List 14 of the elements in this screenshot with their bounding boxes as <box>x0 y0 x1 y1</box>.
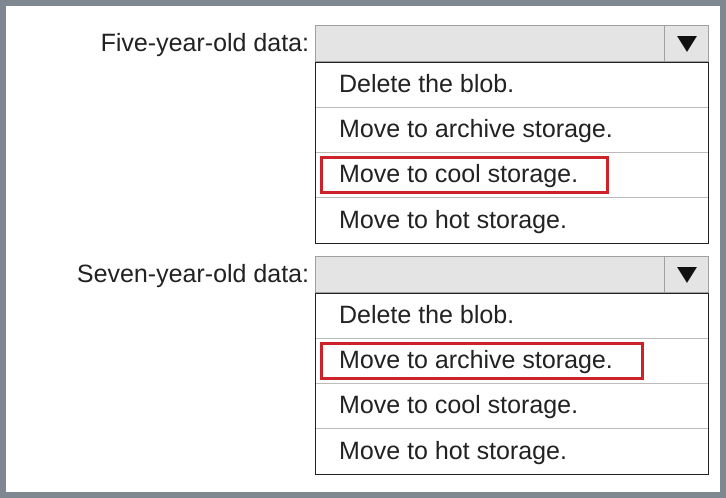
option[interactable]: Move to cool storage. <box>320 387 610 425</box>
question-label: Seven-year-old data: <box>76 259 309 290</box>
dropdown[interactable] <box>315 25 709 62</box>
dropdown[interactable] <box>315 256 709 293</box>
option[interactable]: Move to archive storage. <box>320 342 644 380</box>
option[interactable]: Delete the blob. <box>320 66 546 104</box>
question-label: Five-year-old data: <box>100 28 309 59</box>
caret-icon <box>676 266 696 282</box>
option[interactable]: Move to hot storage. <box>320 432 598 470</box>
option[interactable]: Move to hot storage. <box>320 202 598 240</box>
caret-icon <box>676 36 696 52</box>
option[interactable]: Move to archive storage. <box>320 111 644 149</box>
option[interactable]: Delete the blob. <box>320 297 546 335</box>
option[interactable]: Move to cool storage. <box>320 156 610 194</box>
